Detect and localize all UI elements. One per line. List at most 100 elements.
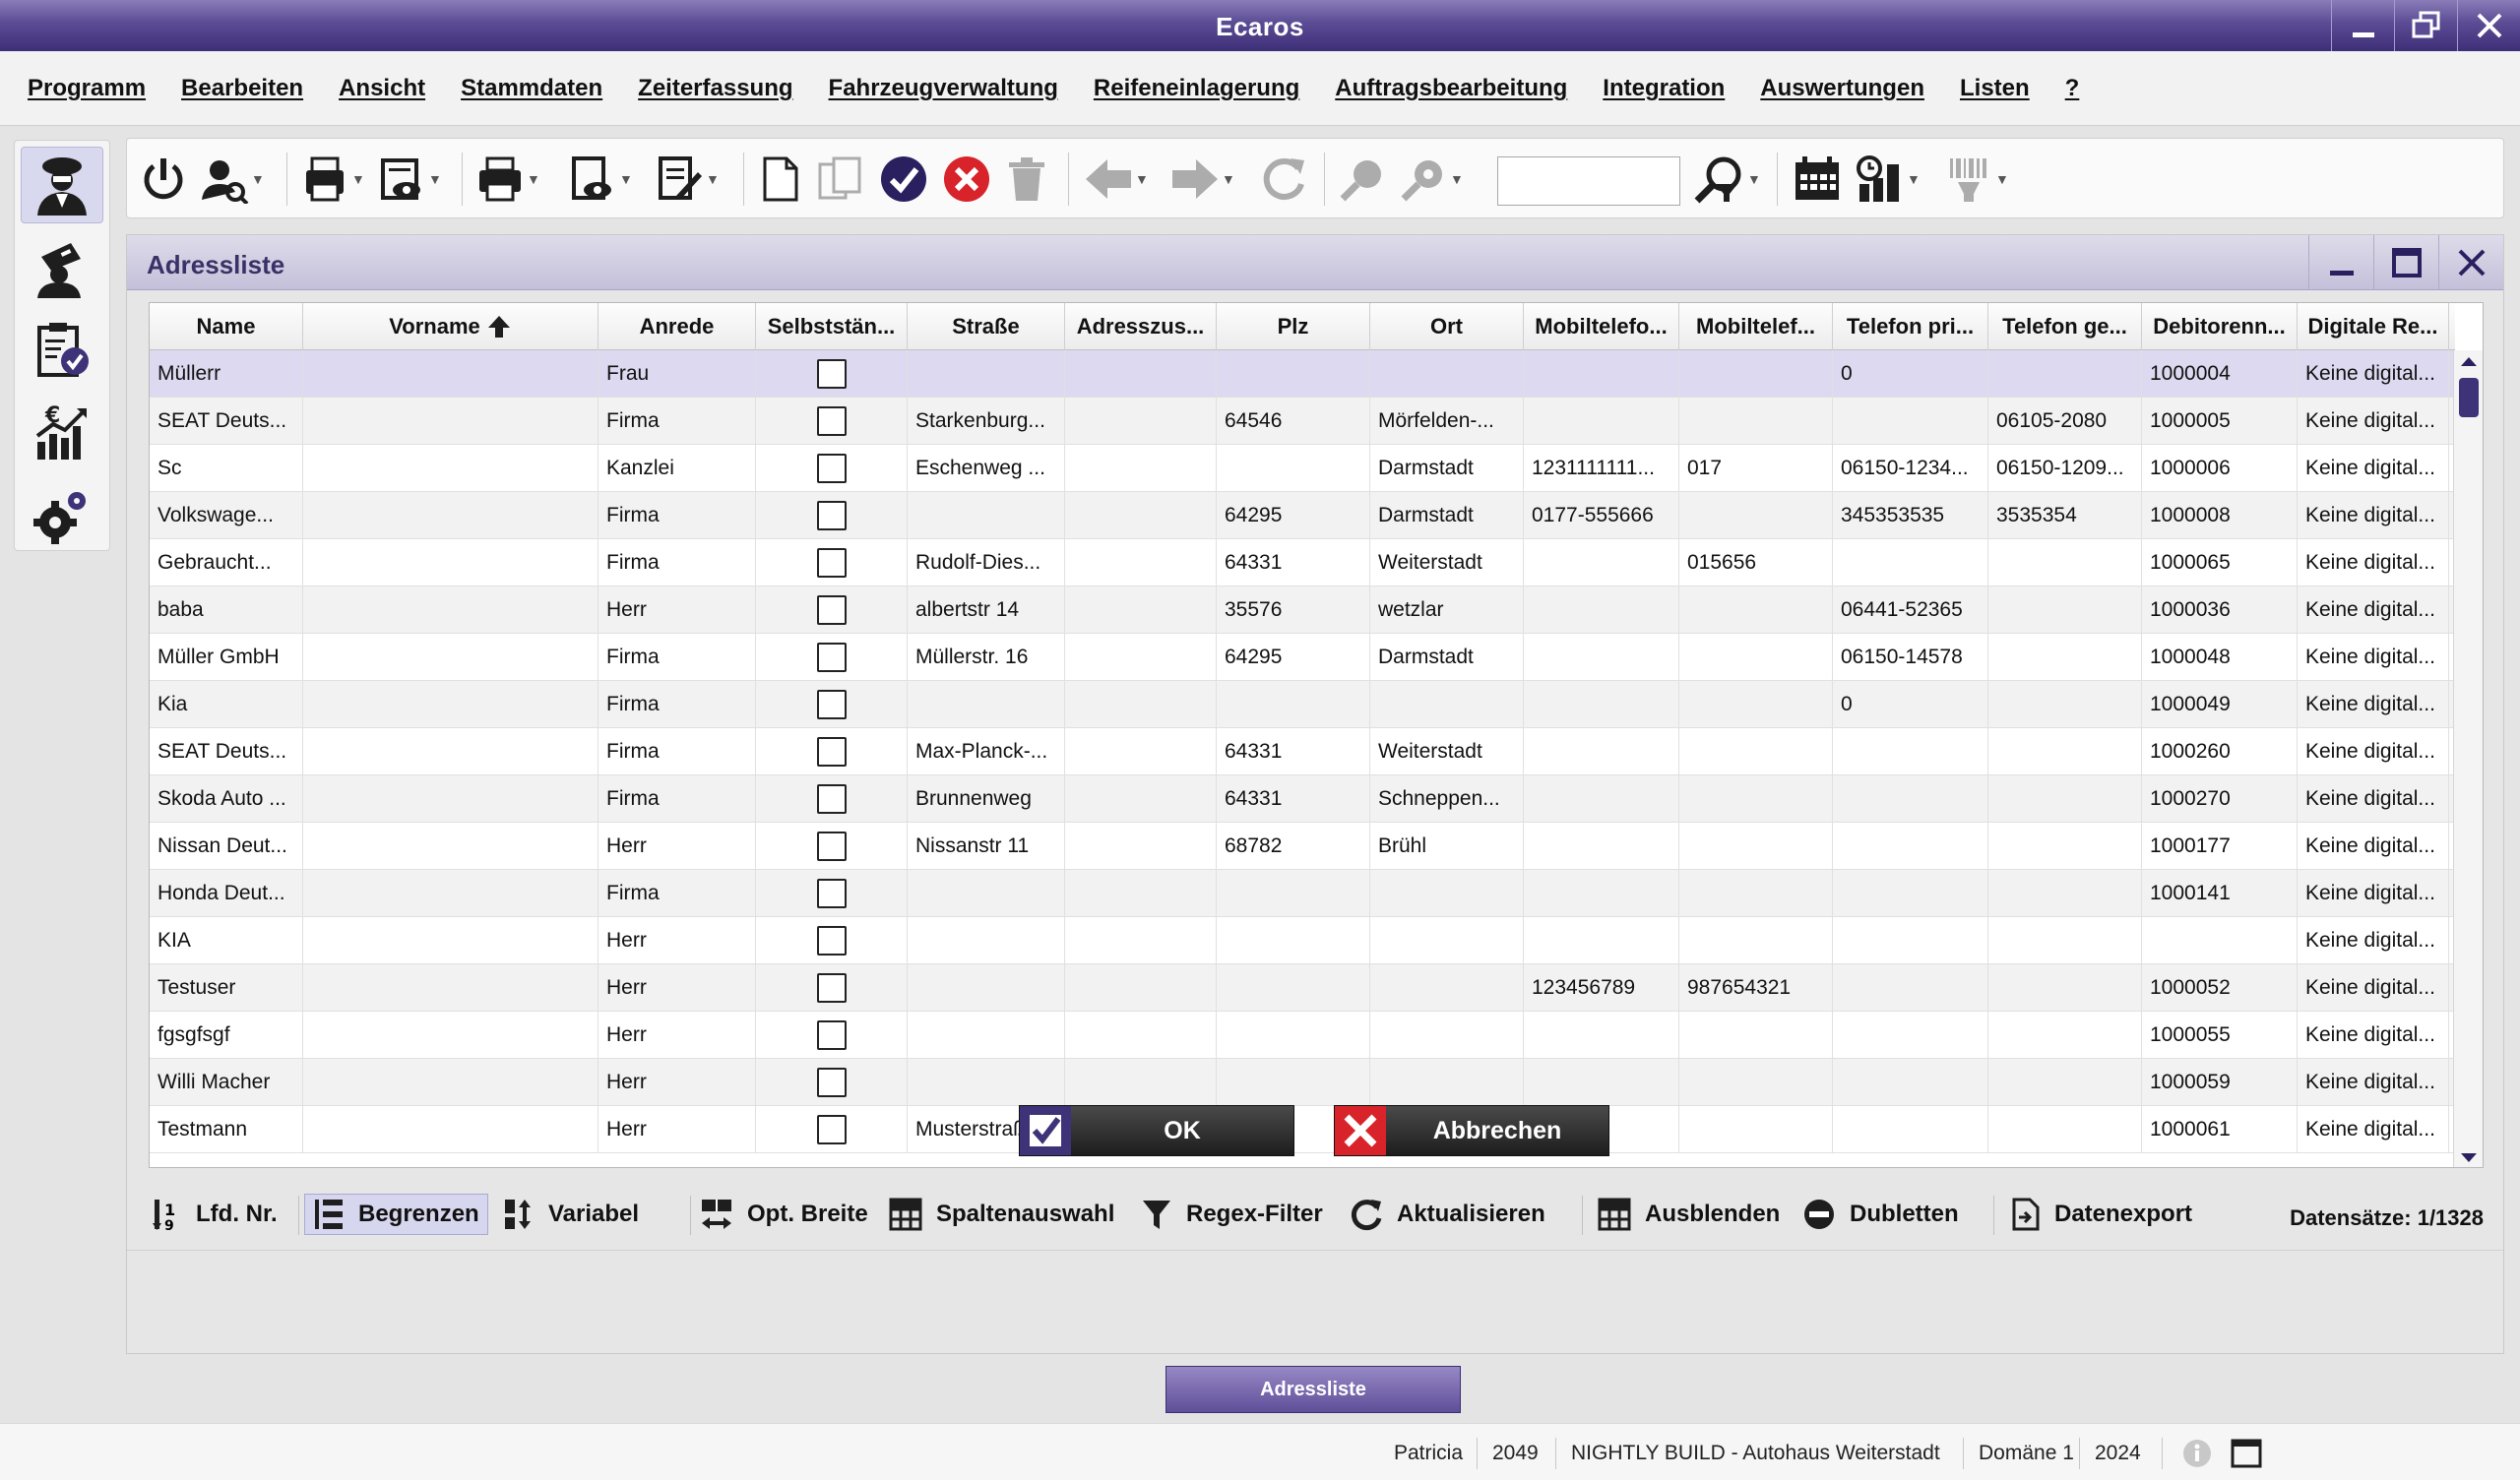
refresh-button[interactable] xyxy=(1259,153,1308,206)
column-header[interactable]: Straße xyxy=(908,303,1065,350)
checkbox[interactable] xyxy=(816,832,847,861)
checkbox[interactable] xyxy=(816,501,847,530)
inner-minimize-button[interactable] xyxy=(2308,235,2373,290)
column-header[interactable]: Plz xyxy=(1217,303,1370,350)
cancel-button[interactable]: Abbrechen xyxy=(1334,1105,1609,1156)
table-row[interactable]: Sc Kanzlei Eschenweg ... Darmstadt 123111111… xyxy=(150,445,2455,492)
variable-button[interactable]: Variabel xyxy=(503,1194,639,1235)
minimize-button[interactable] xyxy=(2331,0,2394,51)
delete-button[interactable] xyxy=(1005,153,1048,206)
table-row[interactable]: Nissan Deut... Herr Nissanstr 11 68782 Brühl… xyxy=(150,823,2455,870)
regex-filter-button[interactable]: Regex-Filter xyxy=(1141,1194,1323,1235)
inner-close-button[interactable] xyxy=(2438,235,2503,290)
barcode-scanner-button[interactable]: ▼ xyxy=(1944,153,2009,206)
data-export-button[interactable]: Datenexport xyxy=(2011,1194,2192,1235)
checkbox[interactable] xyxy=(816,1068,847,1097)
sidebar-item-finance[interactable]: € xyxy=(21,395,103,471)
preview-document-button[interactable]: ▼ xyxy=(377,153,442,206)
checkbox[interactable] xyxy=(816,1115,847,1144)
table-row[interactable]: KIA Herr Keine digital... xyxy=(150,917,2455,964)
checkbox[interactable] xyxy=(816,690,847,719)
power-button[interactable] xyxy=(139,153,188,206)
checkbox[interactable] xyxy=(816,737,847,767)
table-row[interactable]: Honda Deut... Firma 1000141 Keine digital..… xyxy=(150,870,2455,917)
column-header[interactable]: Mobiltelefo... xyxy=(1524,303,1679,350)
menu-item-auftragsbearbeitung[interactable]: Auftragsbearbeitung xyxy=(1335,75,1567,102)
back-button[interactable]: ▼ xyxy=(1084,153,1149,206)
new-record-button[interactable] xyxy=(759,153,802,206)
column-header[interactable]: Telefon ge... xyxy=(1988,303,2142,350)
refresh-list-button[interactable]: Aktualisieren xyxy=(1350,1194,1545,1235)
cancel-edit-button[interactable] xyxy=(942,153,991,206)
menu-item-fahrzeugverwaltung[interactable]: Fahrzeugverwaltung xyxy=(829,75,1058,102)
menu-item-zeiterfassung[interactable]: Zeiterfassung xyxy=(638,75,792,102)
checkbox[interactable] xyxy=(816,784,847,814)
time-statistics-button[interactable]: ▼ xyxy=(1856,153,1921,206)
table-row[interactable]: Willi Macher Herr 1000059 Keine digital... xyxy=(150,1059,2455,1106)
column-header[interactable]: Mobiltelef... xyxy=(1679,303,1833,350)
checkbox[interactable] xyxy=(816,643,847,672)
table-row[interactable]: baba Herr albertstr 14 35576 wetzlar 06441-52… xyxy=(150,586,2455,634)
sidebar-item-settings[interactable] xyxy=(21,477,103,554)
hide-columns-button[interactable]: Ausblenden xyxy=(1598,1194,1780,1235)
checkbox[interactable] xyxy=(816,1020,847,1050)
menu-item-programm[interactable]: Programm xyxy=(28,75,146,102)
running-number-button[interactable]: 19 Lfd. Nr. xyxy=(153,1194,278,1235)
column-header[interactable]: Adresszus... xyxy=(1065,303,1217,350)
column-header[interactable]: Vorname xyxy=(303,303,598,350)
info-button[interactable] xyxy=(2181,1438,2213,1474)
sidebar-item-orders[interactable] xyxy=(21,312,103,389)
search-button[interactable] xyxy=(1338,153,1387,206)
table-row[interactable]: Volkswage... Firma 64295 Darmstadt 0177-5556… xyxy=(150,492,2455,539)
menu-item-help[interactable]: ? xyxy=(2065,75,2080,102)
open-document-button[interactable]: ▼ xyxy=(300,153,365,206)
checkbox[interactable] xyxy=(816,595,847,625)
table-row[interactable]: TestmannHerrMusterstraß...64380Roßdorf10… xyxy=(150,1106,2455,1153)
menu-item-reifeneinlagerung[interactable]: Reifeneinlagerung xyxy=(1094,75,1299,102)
table-row[interactable]: Müller GmbH Firma Müllerstr. 16 64295 Darmst… xyxy=(150,634,2455,681)
menu-item-bearbeiten[interactable]: Bearbeiten xyxy=(181,75,303,102)
column-header[interactable]: Telefon pri... xyxy=(1833,303,1988,350)
column-header[interactable]: Debitorenn... xyxy=(2142,303,2298,350)
close-button[interactable] xyxy=(2457,0,2520,51)
scrollbar-thumb[interactable] xyxy=(2459,378,2479,417)
menu-item-listen[interactable]: Listen xyxy=(1960,75,2030,102)
window-mode-button[interactable] xyxy=(2231,1438,2262,1474)
duplicates-button[interactable]: Dubletten xyxy=(1802,1194,1959,1235)
table-row[interactable]: Testuser Herr 123456789 987654321 1000052 Kei… xyxy=(150,964,2455,1012)
scroll-down-arrow-icon[interactable] xyxy=(2454,1147,2483,1167)
tab-adressliste[interactable]: Adressliste xyxy=(1166,1366,1461,1413)
sidebar-item-workshop[interactable] xyxy=(21,229,103,306)
sidebar-item-customers[interactable] xyxy=(21,147,103,223)
limit-button[interactable]: Begrenzen xyxy=(304,1194,488,1235)
column-header[interactable]: Name xyxy=(150,303,303,350)
print-button[interactable]: ▼ xyxy=(475,153,540,206)
table-row[interactable]: SEAT Deuts... Firma Max-Planck-... 64331 Wei… xyxy=(150,728,2455,775)
menu-item-stammdaten[interactable]: Stammdaten xyxy=(461,75,602,102)
checkbox[interactable] xyxy=(816,454,847,483)
column-header[interactable]: Anrede xyxy=(598,303,756,350)
filter-search-button[interactable]: ▼ xyxy=(1692,153,1761,206)
checkbox[interactable] xyxy=(816,879,847,908)
column-header[interactable]: Ort xyxy=(1370,303,1524,350)
optimal-width-button[interactable]: Opt. Breite xyxy=(700,1194,868,1235)
advanced-search-button[interactable]: ▼ xyxy=(1399,153,1464,206)
calendar-button[interactable] xyxy=(1793,153,1842,206)
forward-button[interactable]: ▼ xyxy=(1170,153,1235,206)
print-preview-button[interactable]: ▼ xyxy=(568,153,633,206)
table-row[interactable]: fgsgfsgf Herr 1000055 Keine digital... xyxy=(150,1012,2455,1059)
user-switch-button[interactable]: ▼ xyxy=(200,153,265,206)
quick-search-input[interactable] xyxy=(1497,156,1680,206)
menu-item-integration[interactable]: Integration xyxy=(1603,75,1725,102)
column-header[interactable]: Selbststän... xyxy=(756,303,908,350)
table-row[interactable]: Gebraucht... Firma Rudolf-Dies... 64331 Weit… xyxy=(150,539,2455,586)
save-button[interactable] xyxy=(879,153,928,206)
scroll-up-arrow-icon[interactable] xyxy=(2454,350,2483,372)
checkbox[interactable] xyxy=(816,359,847,389)
table-row[interactable]: Müllerr Frau 0 1000004 Keine digital... xyxy=(150,350,2455,398)
table-row[interactable]: Skoda Auto ... Firma Brunnenweg 64331 Schnep… xyxy=(150,775,2455,823)
menu-item-auswertungen[interactable]: Auswertungen xyxy=(1760,75,1924,102)
ok-button[interactable]: OK xyxy=(1019,1105,1294,1156)
table-row[interactable]: Kia Firma 0 1000049 Keine digital... xyxy=(150,681,2455,728)
copy-record-button[interactable] xyxy=(816,153,865,206)
